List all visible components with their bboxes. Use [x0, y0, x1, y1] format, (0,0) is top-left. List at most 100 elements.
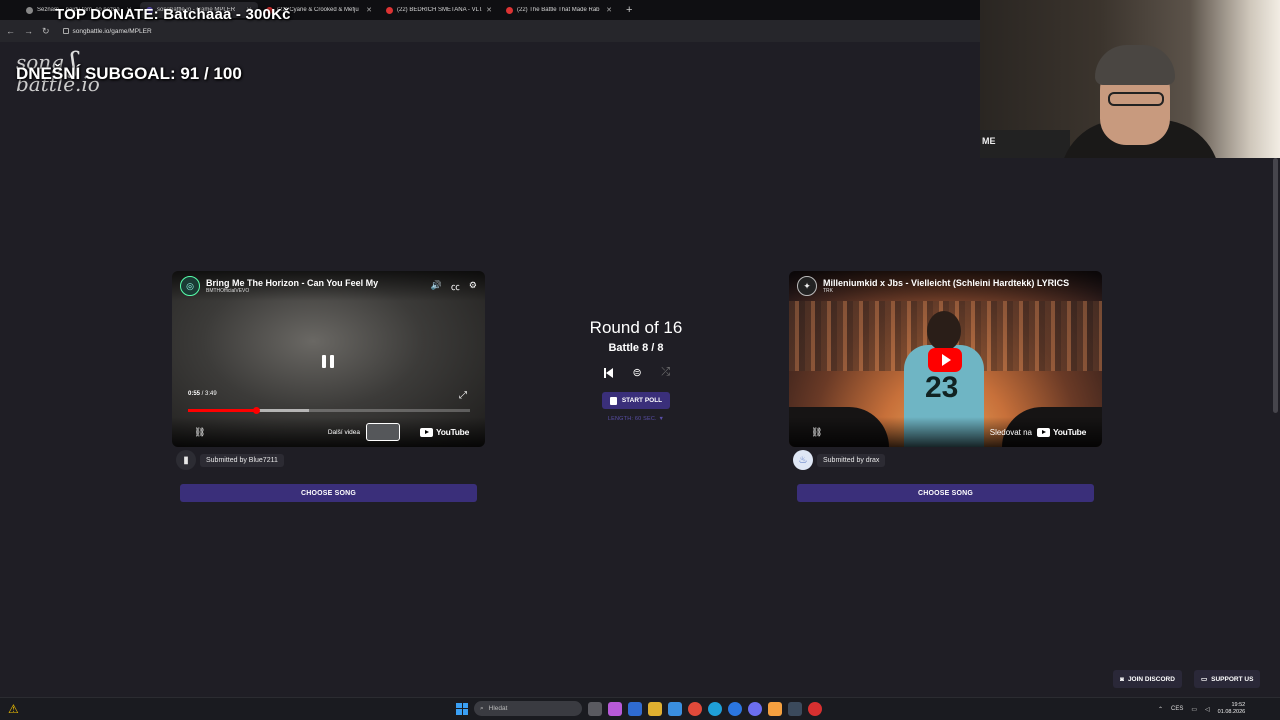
- video-top-controls: 🔊 ㏄ ⚙: [431, 280, 477, 293]
- length-selector[interactable]: LENGTH: 60 SEC. ▼: [580, 416, 692, 422]
- taskbar-search[interactable]: ⌕ Hledat: [474, 701, 582, 716]
- join-discord-label: JOIN DISCORD: [1127, 675, 1175, 683]
- close-icon[interactable]: ✕: [486, 6, 492, 14]
- top-donate-overlay: TOP DONATE: Batchaaa - 300Kč: [55, 6, 291, 23]
- webcam-overlay: ME: [980, 0, 1280, 158]
- support-us-button[interactable]: ▭ SUPPORT US: [1194, 670, 1261, 688]
- video-title-block: Milleniumkid x Jbs - Vielleicht (Schlein…: [823, 278, 1094, 294]
- streamer-cap: [1095, 45, 1175, 85]
- more-videos-label: Další videa: [327, 428, 360, 436]
- keyboard-language[interactable]: CES: [1171, 706, 1183, 712]
- youtube-favicon-icon: [386, 6, 393, 14]
- video-footer: ⛓ Sledovat na YouTube: [789, 417, 1102, 447]
- video-progress-bar[interactable]: [188, 407, 470, 414]
- streamer-glasses: [1108, 92, 1164, 106]
- url-field[interactable]: songbattle.io/game/MPLER: [62, 27, 152, 35]
- pause-button[interactable]: [318, 351, 338, 371]
- right-choose-song-button[interactable]: CHOOSE SONG: [797, 484, 1094, 502]
- network-icon[interactable]: ▭: [1191, 706, 1197, 713]
- youtube-play-button[interactable]: [928, 348, 962, 372]
- volume-tray-icon[interactable]: ◁: [1205, 706, 1210, 713]
- dj-head: [927, 311, 961, 351]
- clock-time: 19:52: [1231, 702, 1246, 708]
- right-submitted-by: ♨ Submitted by drax: [793, 450, 886, 470]
- windows-taskbar: ⚠ ⌕ Hledat ⌃ CES ▭ ◁ 19:52 01.08.2026: [0, 697, 1280, 720]
- url-text: songbattle.io/game/MPLER: [72, 27, 152, 35]
- left-choose-song-button[interactable]: CHOOSE SONG: [180, 484, 477, 502]
- edge-icon[interactable]: [708, 701, 722, 716]
- channel-name[interactable]: BMTHOfficialVEVO: [206, 288, 425, 294]
- forward-arrow-icon[interactable]: →: [24, 26, 33, 36]
- browser-icon[interactable]: [728, 701, 742, 716]
- close-icon[interactable]: ✕: [366, 6, 372, 14]
- video-header: ✦ Milleniumkid x Jbs - Vielleicht (Schle…: [789, 271, 1102, 301]
- browser-tab-youtube-3[interactable]: (22) The Battle That Made Rab ✕: [500, 2, 618, 18]
- video-footer: ⛓ Další videa YouTube: [172, 417, 485, 447]
- download-icon[interactable]: ⊜: [632, 366, 641, 379]
- windows-start-icon[interactable]: [456, 702, 468, 715]
- tray-chevron-icon[interactable]: ⌃: [1158, 706, 1163, 713]
- youtube-logo[interactable]: YouTube: [420, 427, 469, 437]
- left-submitted-by: ▮ Submitted by Blue7211: [176, 450, 284, 470]
- link-icon[interactable]: ⛓: [811, 427, 822, 438]
- join-discord-button[interactable]: ◙ JOIN DISCORD: [1113, 670, 1182, 688]
- discord-app-icon[interactable]: [748, 701, 762, 716]
- video-title[interactable]: Milleniumkid x Jbs - Vielleicht (Schlein…: [823, 278, 1094, 288]
- clock[interactable]: 19:52 01.08.2026: [1218, 702, 1246, 716]
- warning-icon[interactable]: ⚠: [8, 702, 19, 716]
- channel-avatar[interactable]: ✦: [797, 276, 817, 296]
- round-title: Round of 16: [589, 318, 683, 337]
- task-view-icon[interactable]: [588, 701, 602, 716]
- previous-battle-icon[interactable]: [604, 367, 613, 378]
- chrome-icon[interactable]: [688, 701, 702, 716]
- more-videos[interactable]: Další videa: [328, 423, 400, 441]
- close-icon[interactable]: ✕: [606, 6, 612, 14]
- settings-gear-icon[interactable]: ⚙: [469, 280, 477, 293]
- tab-title: (22) BEDŘICH SMETANA - VLTA: [397, 7, 483, 13]
- start-poll-button[interactable]: START POLL: [602, 392, 670, 409]
- poll-icon: [609, 396, 617, 405]
- video-title[interactable]: Bring Me The Horizon - Can You Feel My: [206, 278, 425, 288]
- back-arrow-icon[interactable]: ←: [6, 26, 15, 36]
- discord-icon: ◙: [1120, 675, 1124, 683]
- new-tab-button[interactable]: +: [626, 4, 632, 16]
- progress-scrubber[interactable]: [252, 407, 260, 414]
- volume-icon[interactable]: 🔊: [431, 280, 442, 293]
- address-bar: ← → ↻ songbattle.io/game/MPLER: [0, 20, 980, 42]
- more-videos-thumbnail[interactable]: [366, 423, 400, 441]
- youtube-logo: YouTube: [1037, 427, 1086, 437]
- shuffle-icon[interactable]: ⤮: [661, 366, 670, 379]
- battle-counter: Battle 8 / 8: [608, 342, 664, 354]
- page-scrollbar[interactable]: [1273, 158, 1278, 413]
- search-placeholder: Hledat: [488, 705, 508, 712]
- clock-date: 01.08.2026: [1217, 709, 1246, 715]
- browser-tab-youtube-2[interactable]: (22) BEDŘICH SMETANA - VLTA ✕: [380, 2, 498, 18]
- left-video-player[interactable]: ◎ Bring Me The Horizon - Can You Feel My…: [172, 271, 485, 447]
- watch-on-label: Sledovat na: [989, 427, 1032, 437]
- obs-icon[interactable]: [808, 701, 822, 716]
- support-icon: ▭: [1201, 676, 1208, 683]
- time-total: 3:49: [205, 391, 217, 397]
- fullscreen-icon[interactable]: ⤢: [459, 390, 467, 401]
- link-icon[interactable]: ⛓: [194, 427, 205, 438]
- captions-icon[interactable]: ㏄: [451, 280, 460, 293]
- search-icon: ⌕: [480, 704, 484, 712]
- watch-on-youtube[interactable]: Sledovat na YouTube: [989, 427, 1087, 437]
- site-info-icon[interactable]: [62, 28, 69, 34]
- soundcloud-icon[interactable]: [768, 701, 782, 716]
- copilot-icon[interactable]: [608, 701, 622, 716]
- photos-icon[interactable]: [668, 701, 682, 716]
- store-icon[interactable]: [628, 701, 642, 716]
- channel-name[interactable]: TRK: [823, 288, 1094, 294]
- file-explorer-icon[interactable]: [648, 701, 662, 716]
- right-video-player[interactable]: 23 ✦ Milleniumkid x Jbs - Vielleicht (Sc…: [789, 271, 1102, 447]
- progress-played: [188, 409, 256, 412]
- support-us-label: SUPPORT US: [1211, 675, 1254, 683]
- youtube-wordmark: YouTube: [1053, 427, 1086, 437]
- video-time: 0:55 / 3:49: [188, 391, 217, 397]
- subgoal-overlay: DNEŠNÍ SUBGOAL: 91 / 100: [16, 64, 242, 83]
- video-header: ◎ Bring Me The Horizon - Can You Feel My…: [172, 271, 485, 301]
- channel-avatar[interactable]: ◎: [180, 276, 200, 296]
- steam-icon[interactable]: [788, 701, 802, 716]
- reload-icon[interactable]: ↻: [42, 26, 50, 37]
